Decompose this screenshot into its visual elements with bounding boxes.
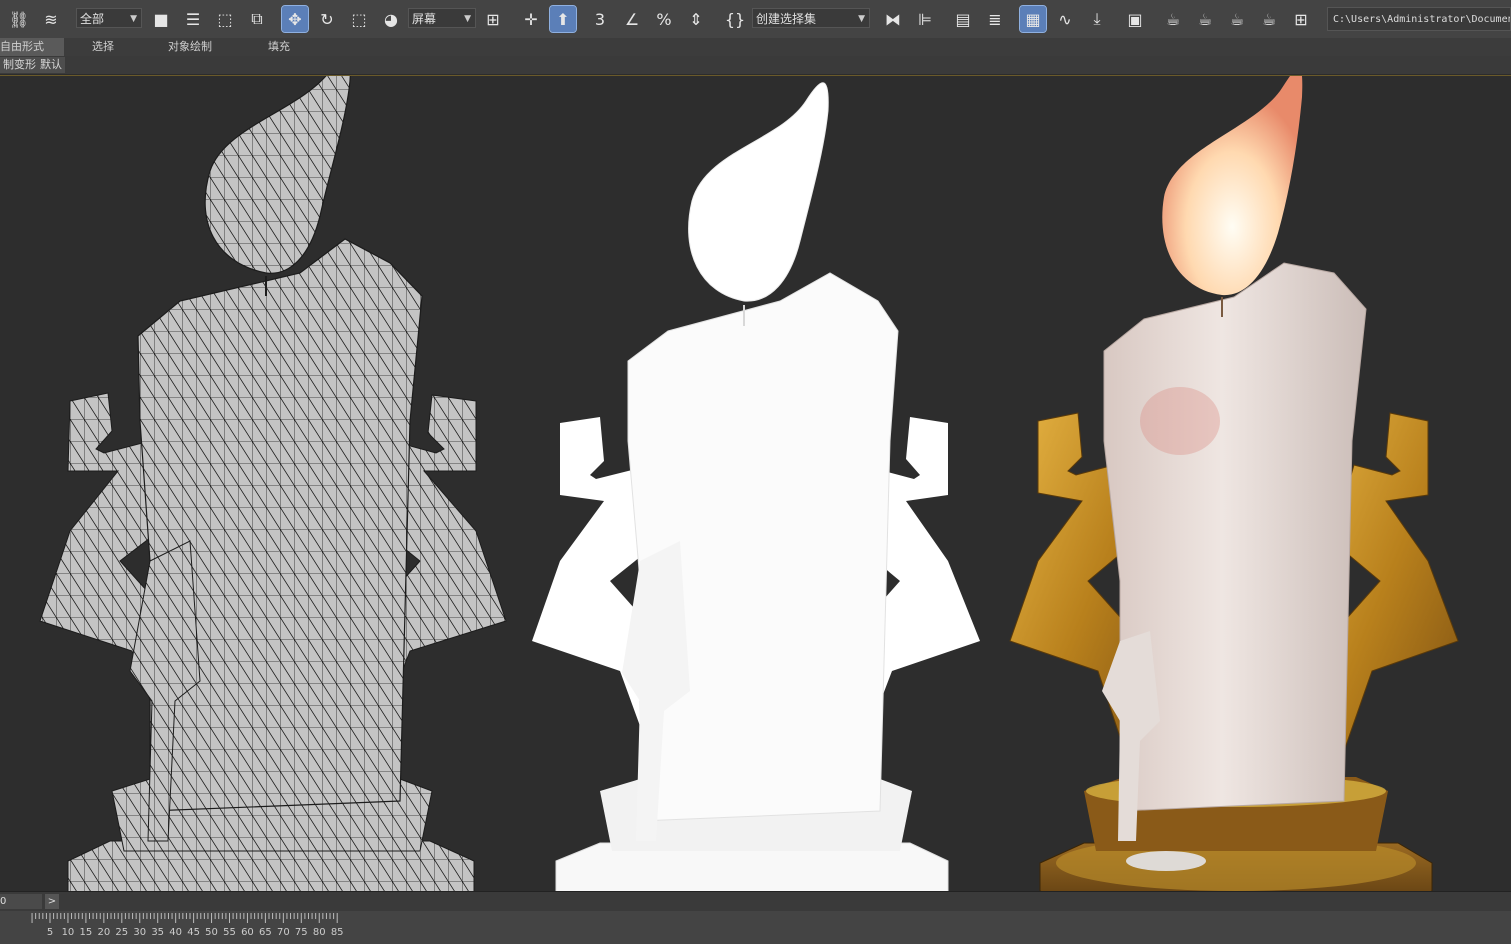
perspective-viewport[interactable] bbox=[0, 54, 1511, 920]
project-path-field[interactable]: C:\Users\Administrator\Documents bbox=[1327, 7, 1511, 31]
ruler-tick-label: 60 bbox=[241, 927, 254, 938]
spinner-snap-icon[interactable]: ⇕ bbox=[683, 6, 709, 32]
percent-snap-icon[interactable]: % bbox=[651, 6, 677, 32]
ruler-tick-label: 45 bbox=[187, 927, 200, 938]
reference-coord-value: 屏幕 bbox=[412, 12, 437, 26]
textured-candle bbox=[1009, 67, 1459, 910]
ruler-tick-label: 35 bbox=[151, 927, 165, 938]
ruler-tick-label: 40 bbox=[169, 927, 183, 938]
bind-space-warp-icon[interactable]: ≋ bbox=[38, 6, 64, 32]
select-manipulate-icon[interactable]: ✛ bbox=[518, 6, 544, 32]
mirror-icon[interactable]: ⧓ bbox=[880, 6, 906, 32]
clay-candle bbox=[532, 82, 980, 910]
ruler-tick-label: 75 bbox=[294, 927, 308, 938]
tab-populate[interactable]: 填充 bbox=[268, 38, 290, 56]
angle-snap-icon[interactable]: ∠ bbox=[619, 6, 645, 32]
selection-filter-dropdown[interactable]: 全部 ▼ bbox=[76, 8, 142, 28]
render-setup-icon[interactable]: ☕ bbox=[1160, 6, 1186, 32]
rendered-frame-icon[interactable]: ☕ bbox=[1192, 6, 1218, 32]
place-icon[interactable]: ◕ bbox=[378, 6, 404, 32]
select-by-name-icon[interactable]: ☰ bbox=[180, 6, 206, 32]
ribbon-subbar: 制变形 默认 bbox=[0, 56, 1511, 75]
tab-object-paint[interactable]: 对象绘制 bbox=[168, 38, 212, 56]
material-editor-icon[interactable]: ▣ bbox=[1122, 6, 1148, 32]
render-iterative-icon[interactable]: ☕ bbox=[1256, 6, 1282, 32]
snap-3d-icon[interactable]: 3 bbox=[587, 6, 613, 32]
render-grid-icon[interactable]: ⊞ bbox=[1288, 6, 1314, 32]
track-bar-ruler[interactable]: 5 10 15 20 25 30 35 40 45 50 55 60 65 70 75 80 85 bbox=[0, 911, 1511, 944]
ruler-tick-label: 15 bbox=[79, 927, 93, 938]
chevron-down-icon: ▼ bbox=[464, 14, 471, 24]
rect-region-icon[interactable]: ⬚ bbox=[212, 6, 238, 32]
toggle-ribbon-icon[interactable]: ▦ bbox=[1019, 5, 1047, 33]
scale-icon[interactable]: ⬚ bbox=[346, 6, 372, 32]
align-icon[interactable]: ⊫ bbox=[912, 6, 938, 32]
ruler-tick-label: 20 bbox=[97, 927, 111, 938]
ruler-tick-label: 25 bbox=[115, 927, 129, 938]
edit-named-sets-icon[interactable]: {} bbox=[722, 6, 748, 32]
tab-freeform[interactable]: 自由形式 bbox=[0, 38, 64, 56]
schematic-view-icon[interactable]: ⤓ bbox=[1084, 6, 1110, 32]
link-icon[interactable]: ⛓ bbox=[6, 6, 32, 32]
time-slider[interactable]: 0 > bbox=[0, 891, 1511, 912]
select-object-icon[interactable]: ■ bbox=[148, 6, 174, 32]
frame-field[interactable]: 0 bbox=[0, 894, 42, 909]
ruler-tick-label: 55 bbox=[223, 927, 236, 938]
curve-editor-icon[interactable]: ∿ bbox=[1052, 6, 1078, 32]
wireframe-candle bbox=[39, 54, 507, 920]
window-crossing-icon[interactable]: ⧉ bbox=[244, 6, 270, 32]
subitem-default[interactable]: 默认 bbox=[37, 57, 65, 73]
rotate-icon[interactable]: ↻ bbox=[314, 6, 340, 32]
move-icon[interactable]: ✥ bbox=[281, 5, 309, 33]
viewport-scene bbox=[39, 54, 1459, 920]
layer-explorer-icon[interactable]: ≣ bbox=[982, 6, 1008, 32]
ruler-tick-label: 65 bbox=[259, 927, 272, 938]
reference-coord-dropdown[interactable]: 屏幕 ▼ bbox=[408, 8, 476, 28]
ruler-tick-label: 85 bbox=[330, 927, 344, 938]
ruler-tick-label: 5 bbox=[46, 927, 54, 938]
ruler-tick-label: 10 bbox=[61, 927, 75, 938]
pivot-icon[interactable]: ⊞ bbox=[480, 6, 506, 32]
ruler-tick-label: 80 bbox=[312, 927, 326, 938]
keyboard-shortcut-toggle-icon[interactable]: ⬆ bbox=[549, 5, 577, 33]
named-selection-value: 创建选择集 bbox=[756, 12, 817, 26]
chevron-down-icon: ▼ bbox=[858, 14, 865, 24]
main-toolbar: ⛓ ≋ 全部 ▼ ■ ☰ ⬚ ⧉ ✥ ↻ ⬚ ◕ 屏幕 ▼ ⊞ ✛ ⬆ 3 ∠ % … bbox=[0, 0, 1511, 39]
selection-filter-value: 全部 bbox=[80, 12, 105, 26]
scene-explorer-icon[interactable]: ▤ bbox=[950, 6, 976, 32]
next-frame-button[interactable]: > bbox=[45, 894, 59, 909]
tab-selection[interactable]: 选择 bbox=[92, 38, 114, 56]
ribbon-tab-bar: 自由形式 选择 对象绘制 填充 bbox=[0, 38, 1511, 56]
subitem-deform[interactable]: 制变形 bbox=[0, 57, 39, 73]
ruler-tick-label: 50 bbox=[205, 927, 218, 938]
ruler-tick-label: 30 bbox=[133, 927, 147, 938]
named-selection-dropdown[interactable]: 创建选择集 ▼ bbox=[752, 8, 870, 28]
chevron-down-icon: ▼ bbox=[130, 14, 137, 24]
ruler-tick-label: 70 bbox=[276, 927, 290, 938]
render-icon[interactable]: ☕ bbox=[1224, 6, 1250, 32]
